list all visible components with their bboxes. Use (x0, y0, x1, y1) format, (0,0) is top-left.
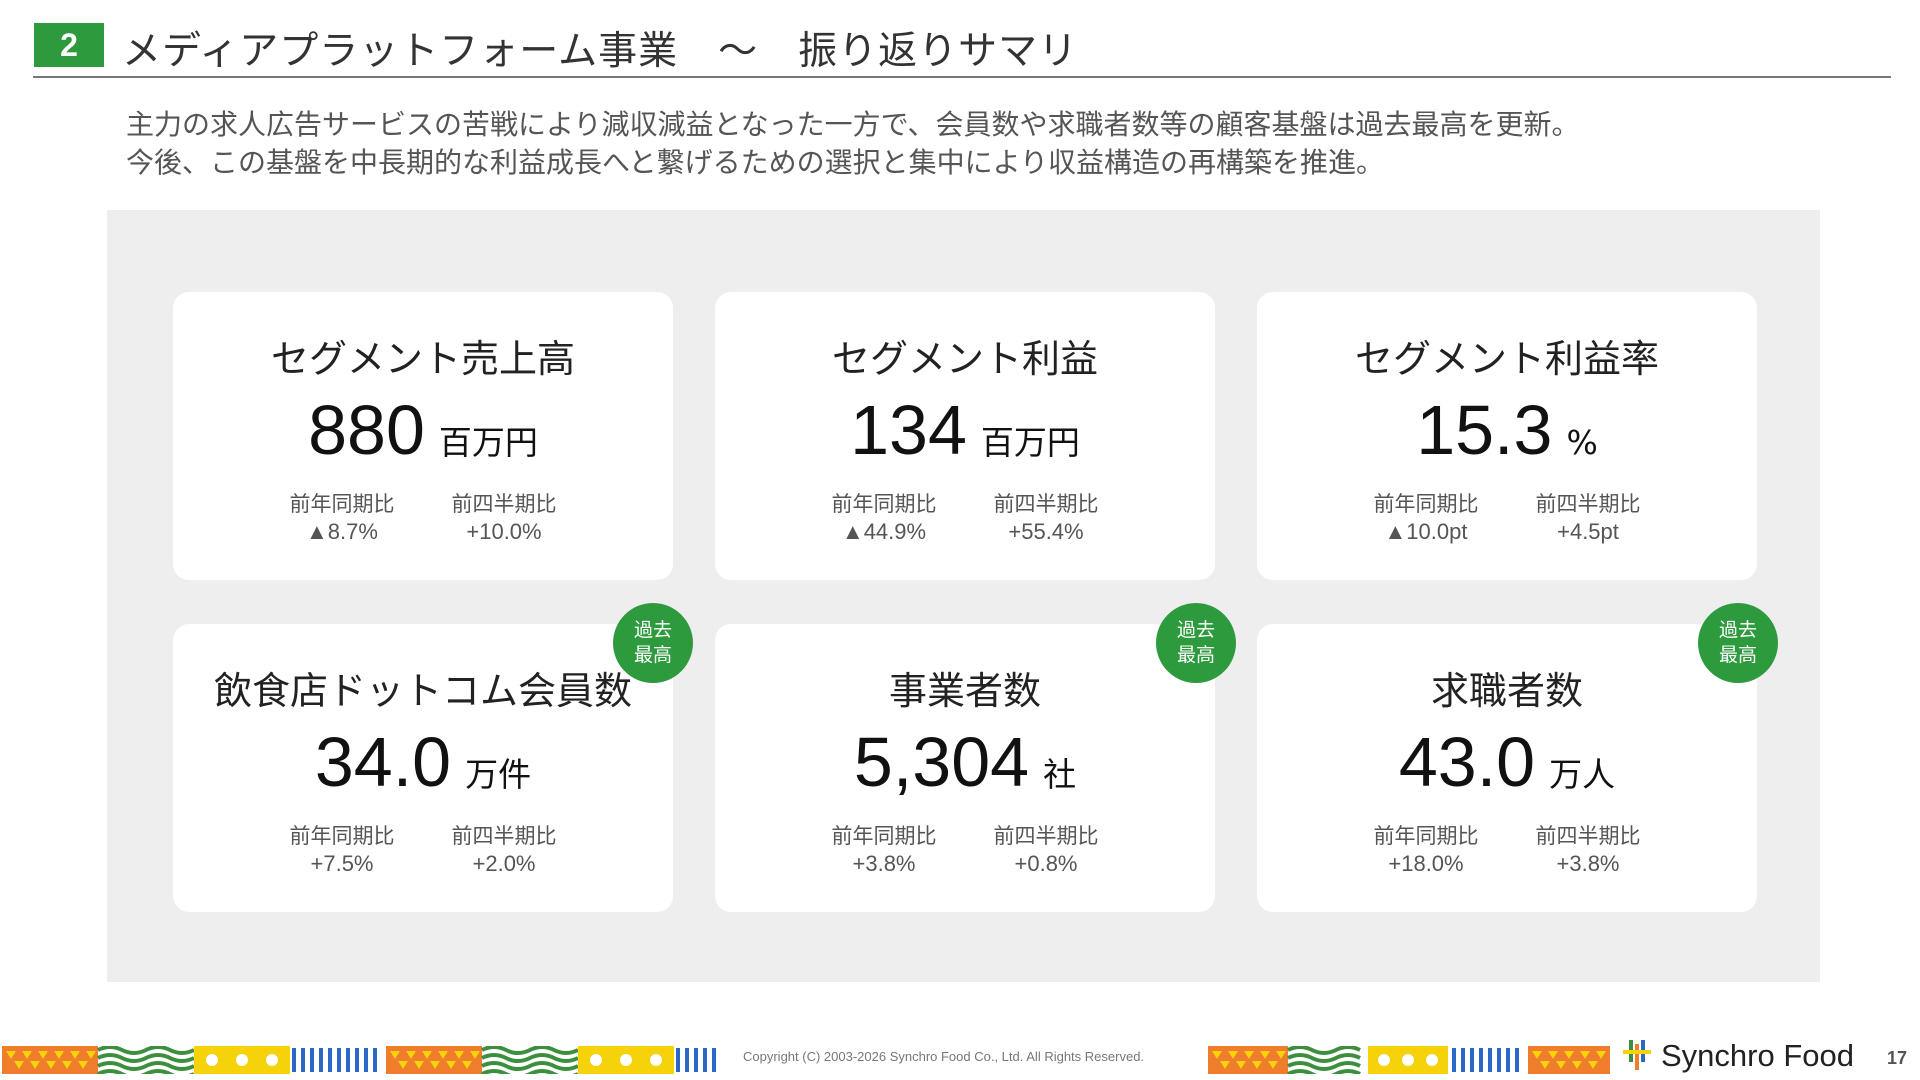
yoy-stat: 前年同期比 ▲10.0pt (1371, 490, 1481, 546)
yoy-value: +3.8% (852, 851, 916, 876)
kpi-card-value: 880 百万円 (173, 390, 673, 470)
qoq-stat: 前四半期比 +4.5pt (1533, 490, 1643, 546)
kpi-card-stats: 前年同期比 +3.8% 前四半期比 +0.8% (715, 822, 1215, 878)
pattern-graphic (1208, 1046, 1610, 1074)
kpi-value-unit: 百万円 (438, 423, 538, 462)
yoy-label: 前年同期比 (831, 824, 937, 848)
company-logo: Synchro Food (1621, 1038, 1854, 1074)
kpi-value-number: 880 (308, 391, 425, 469)
kpi-card-segment-sales: セグメント売上高 880 百万円 前年同期比 ▲8.7% 前四半期比 +10.0… (173, 292, 673, 580)
yoy-label: 前年同期比 (831, 492, 937, 516)
kpi-card-value: 134 百万円 (715, 390, 1215, 470)
record-high-badge: 過去 最高 (1156, 603, 1236, 683)
qoq-label: 前四半期比 (451, 492, 557, 516)
kpi-card-stats: 前年同期比 ▲10.0pt 前四半期比 +4.5pt (1257, 490, 1757, 546)
kpi-card-title: 事業者数 (888, 669, 1041, 713)
kpi-card-segment-margin: セグメント利益率 15.3 % 前年同期比 ▲10.0pt 前四半期比 +4.5… (1257, 292, 1757, 580)
yoy-value: ▲44.9% (841, 519, 927, 544)
qoq-value: +10.0% (466, 519, 542, 544)
kpi-value-unit: 万件 (465, 755, 532, 794)
synchro-food-logo-icon (1623, 1040, 1651, 1070)
kpi-card-title: セグメント売上高 (270, 337, 575, 381)
qoq-stat: 前四半期比 +0.8% (991, 822, 1101, 878)
yoy-stat: 前年同期比 +18.0% (1371, 822, 1481, 878)
record-badge-line-2: 最高 (1718, 644, 1757, 666)
kpi-card-members: 飲食店ドットコム会員数 34.0 万件 前年同期比 +7.5% 前四半期比 +2… (173, 624, 673, 912)
qoq-label: 前四半期比 (993, 824, 1099, 848)
kpi-value-number: 134 (850, 391, 967, 469)
kpi-card-segment-profit: セグメント利益 134 百万円 前年同期比 ▲44.9% 前四半期比 +55.4… (715, 292, 1215, 580)
kpi-card-value: 43.0 万人 (1257, 722, 1757, 802)
qoq-label: 前四半期比 (1535, 824, 1641, 848)
kpi-card-value: 34.0 万件 (173, 722, 673, 802)
yoy-label: 前年同期比 (289, 824, 395, 848)
qoq-stat: 前四半期比 +2.0% (449, 822, 559, 878)
kpi-card-stats: 前年同期比 +7.5% 前四半期比 +2.0% (173, 822, 673, 878)
record-badge-line-1: 過去 (1176, 619, 1215, 641)
qoq-value: +4.5pt (1557, 519, 1619, 544)
kpi-card-value: 5,304 社 (715, 722, 1215, 802)
yoy-value: +18.0% (1388, 851, 1464, 876)
kpi-card-stats: 前年同期比 +18.0% 前四半期比 +3.8% (1257, 822, 1757, 878)
yoy-stat: 前年同期比 ▲44.9% (829, 490, 939, 546)
yoy-stat: 前年同期比 +7.5% (287, 822, 397, 878)
kpi-card-title: 飲食店ドットコム会員数 (213, 669, 632, 713)
yoy-label: 前年同期比 (1373, 492, 1479, 516)
yoy-label: 前年同期比 (1373, 824, 1479, 848)
kpi-value-number: 43.0 (1398, 723, 1536, 801)
kpi-value-number: 15.3 (1416, 391, 1553, 469)
kpi-card-value: 15.3 % (1257, 390, 1757, 470)
lead-line-1: 主力の求人広告サービスの苦戦により減収減益となった一方で、会員数や求職者数等の顧… (126, 108, 1580, 141)
record-high-badge: 過去 最高 (1698, 603, 1778, 683)
lead-line-2: 今後、この基盤を中長期的な利益成長へと繋げるための選択と集中により収益構造の再構… (126, 146, 1385, 179)
record-high-badge: 過去 最高 (613, 603, 693, 683)
qoq-value: +0.8% (1014, 851, 1078, 876)
kpi-card-stats: 前年同期比 ▲8.7% 前四半期比 +10.0% (173, 490, 673, 546)
kpi-card-stats: 前年同期比 ▲44.9% 前四半期比 +55.4% (715, 490, 1215, 546)
qoq-stat: 前四半期比 +10.0% (449, 490, 559, 546)
pattern-graphic (2, 1046, 716, 1074)
kpi-value-number: 34.0 (314, 723, 452, 801)
kpi-card-title: セグメント利益率 (1354, 337, 1659, 381)
qoq-value: +55.4% (1008, 519, 1084, 544)
kpi-value-unit: % (1566, 423, 1598, 462)
yoy-value: ▲8.7% (306, 519, 378, 544)
yoy-value: +7.5% (310, 851, 374, 876)
kpi-card-title: 求職者数 (1430, 669, 1583, 713)
kpi-card-job-seekers: 求職者数 43.0 万人 前年同期比 +18.0% 前四半期比 +3.8% (1257, 624, 1757, 912)
qoq-label: 前四半期比 (451, 824, 557, 848)
kpi-card-title: セグメント利益 (831, 337, 1098, 381)
record-badge-line-2: 最高 (1176, 644, 1215, 666)
yoy-label: 前年同期比 (289, 492, 395, 516)
title-divider (33, 76, 1891, 78)
kpi-value-number: 5,304 (853, 723, 1030, 801)
qoq-stat: 前四半期比 +55.4% (991, 490, 1101, 546)
kpi-value-unit: 社 (1043, 755, 1077, 794)
qoq-value: +3.8% (1556, 851, 1620, 876)
record-badge-line-2: 最高 (633, 644, 672, 666)
kpi-panel: セグメント売上高 880 百万円 前年同期比 ▲8.7% 前四半期比 +10.0… (107, 210, 1820, 982)
kpi-value-unit: 百万円 (980, 423, 1080, 462)
decorative-pattern-strip-right (1208, 1046, 1610, 1074)
record-badge-line-1: 過去 (1718, 619, 1757, 641)
logo-text: Synchro Food (1661, 1038, 1854, 1073)
decorative-pattern-strip-left (2, 1046, 722, 1074)
page-title: メディアプラットフォーム事業 ～ 振り返りサマリ (122, 29, 1079, 74)
kpi-value-unit: 万人 (1549, 755, 1616, 794)
yoy-value: ▲10.0pt (1384, 519, 1468, 544)
qoq-stat: 前四半期比 +3.8% (1533, 822, 1643, 878)
yoy-stat: 前年同期比 +3.8% (829, 822, 939, 878)
qoq-value: +2.0% (472, 851, 536, 876)
yoy-stat: 前年同期比 ▲8.7% (287, 490, 397, 546)
lead-text: 主力の求人広告サービスの苦戦により減収減益となった一方で、会員数や求職者数等の顧… (126, 106, 1580, 182)
kpi-card-businesses: 事業者数 5,304 社 前年同期比 +3.8% 前四半期比 +0.8% (715, 624, 1215, 912)
record-badge-line-1: 過去 (633, 619, 672, 641)
section-number-badge: 2 (34, 23, 104, 67)
qoq-label: 前四半期比 (1535, 492, 1641, 516)
qoq-label: 前四半期比 (993, 492, 1099, 516)
page-number: 17 (1887, 1048, 1908, 1068)
copyright-notice: Copyright (C) 2003-2026 Synchro Food Co.… (743, 1049, 1145, 1064)
